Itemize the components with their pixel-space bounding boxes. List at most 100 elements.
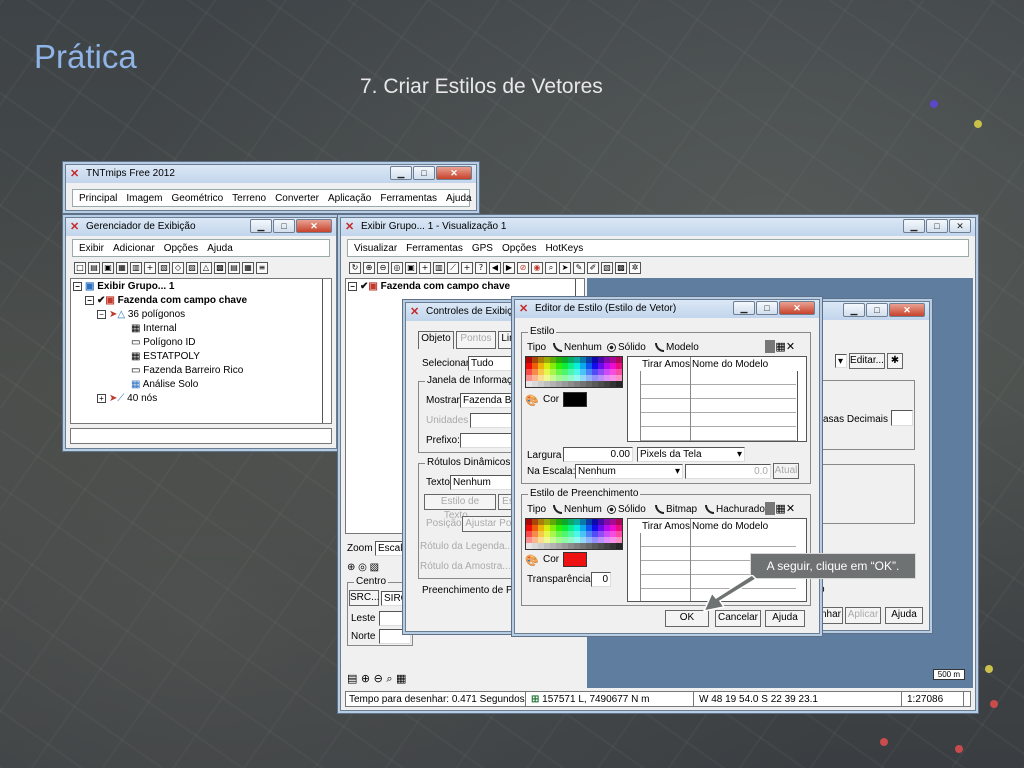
menu-gps[interactable]: GPS xyxy=(472,243,493,254)
tree-nodes[interactable]: + ➤⟋ 40 nós xyxy=(97,393,157,404)
raster-icon[interactable]: ▧ xyxy=(158,261,170,274)
menu-converter[interactable]: Converter xyxy=(275,193,319,204)
close-button[interactable]: ✕ xyxy=(296,219,332,233)
line-color-palette[interactable] xyxy=(525,356,623,388)
edit-icon[interactable]: ✐ xyxy=(587,261,599,274)
texto-field[interactable]: Nenhum xyxy=(450,475,520,490)
clear-icon[interactable]: ✕ xyxy=(786,340,795,353)
camera-icon[interactable]: ▣ xyxy=(405,261,417,274)
layer-add-icon[interactable]: + xyxy=(419,261,431,274)
close-button[interactable]: ✕ xyxy=(436,166,472,180)
tntmips-titlebar[interactable]: ✕ TNTmips Free 2012 ▁ □ ✕ xyxy=(66,165,476,183)
minimize-button[interactable]: ▁ xyxy=(390,166,412,180)
back-icon[interactable]: ◀ xyxy=(489,261,501,274)
db-icon[interactable]: ▤ xyxy=(228,261,240,274)
tree-table[interactable]: ▦ Internal xyxy=(131,323,177,334)
estilo-texto-button[interactable]: Estilo de Texto... xyxy=(424,494,496,521)
palette-swatch[interactable] xyxy=(616,543,622,549)
menu-hotkeys[interactable]: HotKeys xyxy=(545,243,583,254)
fill-color-swatch[interactable] xyxy=(563,552,587,567)
rotulo-legenda-button[interactable]: Rótulo da Legenda... xyxy=(420,540,516,556)
close-button[interactable]: ✕ xyxy=(779,301,815,315)
layer-icon[interactable]: ▥ xyxy=(130,261,142,274)
color-picker-icon[interactable]: 🎨 xyxy=(525,554,539,567)
menu-ajuda[interactable]: Ajuda xyxy=(207,243,233,254)
ajuda-button[interactable]: Ajuda xyxy=(885,607,923,624)
menu-terreno[interactable]: Terreno xyxy=(232,193,266,204)
minimize-button[interactable]: ▁ xyxy=(903,219,925,233)
expand-icon[interactable]: + xyxy=(97,393,106,403)
add-layer-icon[interactable]: + xyxy=(144,261,156,274)
tree-polygons[interactable]: − ➤△ 36 polígonos xyxy=(97,309,185,320)
tipo-solido-radio[interactable]: Sólido xyxy=(607,342,646,353)
forward-icon[interactable]: ▶ xyxy=(503,261,515,274)
minimize-button[interactable]: ▁ xyxy=(250,219,272,233)
na-escala-dropdown[interactable]: Nenhum ▾ xyxy=(575,464,683,479)
palette-icon[interactable]: ▩ xyxy=(615,261,627,274)
menu-ajuda[interactable]: Ajuda xyxy=(446,193,472,204)
zoom-in-icon[interactable]: ⊕ xyxy=(361,672,370,685)
tree-scrollbar[interactable] xyxy=(322,279,331,423)
background-combo[interactable]: ▾ xyxy=(835,354,847,368)
open-icon[interactable]: ▤ xyxy=(88,261,100,274)
list-icon[interactable]: ≡ xyxy=(256,261,268,274)
grid-icon[interactable]: ▦ xyxy=(242,261,254,274)
fill-solido-radio[interactable]: Sólido xyxy=(607,504,646,515)
casas-decimais-field[interactable] xyxy=(891,410,913,426)
gps-icon[interactable]: ✲ xyxy=(629,261,641,274)
maximize-button[interactable]: □ xyxy=(756,301,778,315)
search-icon[interactable]: ⌕ xyxy=(386,672,392,685)
transparencia-field[interactable]: 0 xyxy=(591,572,611,587)
new-icon[interactable]: □ xyxy=(74,261,86,274)
tab-objeto[interactable]: Objeto xyxy=(418,331,454,349)
tab-pontos[interactable]: Pontos xyxy=(456,331,496,349)
collapse-icon[interactable]: − xyxy=(73,281,82,291)
menu-opcoes[interactable]: Opções xyxy=(502,243,536,254)
menu-exibir[interactable]: Exibir xyxy=(79,243,104,254)
save-icon[interactable]: ▣ xyxy=(102,261,114,274)
clear-icon[interactable]: ✕ xyxy=(786,502,795,515)
menu-ferramentas[interactable]: Ferramentas xyxy=(406,243,463,254)
tree-group[interactable]: − ▣ Exibir Grupo... 1 xyxy=(73,281,174,292)
maximize-button[interactable]: □ xyxy=(926,219,948,233)
zoom-out-icon[interactable]: ⊖ xyxy=(374,672,383,685)
map-icon[interactable]: ▦ xyxy=(396,672,406,685)
zoom-box-icon[interactable]: ▤ xyxy=(347,672,357,685)
tipo-nenhum-radio[interactable]: Nenhum xyxy=(553,342,602,353)
minimize-button[interactable]: ▁ xyxy=(733,301,755,315)
legend-layer[interactable]: − ✔▣ Fazenda com campo chave xyxy=(348,281,510,292)
tree-table[interactable]: ▭ Polígono ID xyxy=(131,337,196,348)
menu-aplicacao[interactable]: Aplicação xyxy=(328,193,371,204)
menu-adicionar[interactable]: Adicionar xyxy=(113,243,155,254)
tree-layer[interactable]: − ✔▣ Fazenda com campo chave xyxy=(85,295,247,306)
tipo-modelo-radio[interactable]: Modelo xyxy=(655,342,699,353)
menu-imagem[interactable]: Imagem xyxy=(126,193,162,204)
stop-icon[interactable]: ⊘ xyxy=(517,261,529,274)
color-picker-icon[interactable]: 🎨 xyxy=(525,394,539,407)
line-color-swatch[interactable] xyxy=(563,392,587,407)
cad-icon[interactable]: ▨ xyxy=(186,261,198,274)
maximize-button[interactable]: □ xyxy=(273,219,295,233)
pattern-list-scrollbar[interactable] xyxy=(797,371,806,441)
select-icon[interactable]: ➤ xyxy=(559,261,571,274)
fill-nenhum-radio[interactable]: Nenhum xyxy=(553,504,602,515)
menu-geometrico[interactable]: Geométrico xyxy=(171,193,223,204)
palette-swatch[interactable] xyxy=(616,381,622,387)
swatch-icon[interactable]: ■ xyxy=(765,340,776,353)
menu-principal[interactable]: Principal xyxy=(79,193,117,204)
minimize-button[interactable]: ▁ xyxy=(843,303,865,317)
fill-color-palette[interactable] xyxy=(525,518,623,550)
menu-visualizar[interactable]: Visualizar xyxy=(354,243,397,254)
binoculars-icon[interactable]: ◎ xyxy=(391,261,403,274)
tree-table[interactable]: ▦ Análise Solo xyxy=(131,379,198,390)
tree-table[interactable]: ▦ ESTATPOLY xyxy=(131,351,200,362)
line-pattern-list[interactable]: Tirar Amos Nome do Modelo xyxy=(627,356,807,442)
largura-field[interactable]: 0.00 xyxy=(563,447,633,462)
collapse-icon[interactable]: − xyxy=(97,309,106,319)
image-icon[interactable]: ▧ xyxy=(601,261,613,274)
ajuda-button[interactable]: Ajuda xyxy=(765,610,805,627)
collapse-icon[interactable]: − xyxy=(85,295,94,305)
display-manager-titlebar[interactable]: ✕ Gerenciador de Exibição ▁ □ ✕ xyxy=(66,218,336,236)
tree-table[interactable]: ▭ Fazenda Barreiro Rico xyxy=(131,365,243,376)
style-wand-icon[interactable]: ✱ xyxy=(887,353,903,369)
